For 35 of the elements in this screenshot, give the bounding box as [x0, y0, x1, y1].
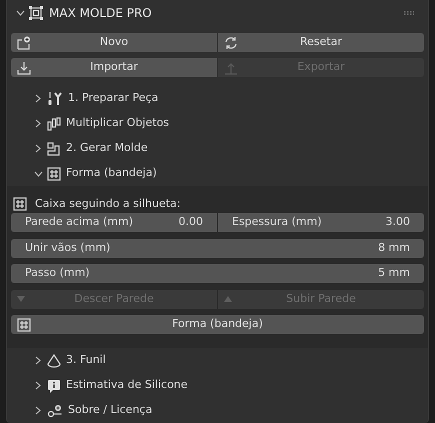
- download-icon: [17, 60, 31, 74]
- mold-icon: [47, 142, 61, 156]
- down-triangle-icon: [17, 296, 25, 302]
- subpanel-header[interactable]: 3. Funil: [7, 348, 428, 373]
- cone-icon: [47, 354, 61, 368]
- action-button[interactable]: Novo: [11, 33, 217, 52]
- action-button[interactable]: Importar: [11, 58, 217, 77]
- tools-icon: [47, 92, 63, 106]
- number-field[interactable]: Espessura (mm) 3.00: [218, 213, 424, 232]
- grid-icon: [47, 166, 61, 180]
- subpanel-header[interactable]: 1. Preparar Peça: [7, 86, 428, 111]
- key-icon: [47, 404, 63, 418]
- grid-icon: [17, 318, 31, 332]
- number-field[interactable]: Unir vãos (mm) 8 mm: [11, 238, 424, 258]
- number-field[interactable]: Passo (mm) 5 mm: [11, 264, 424, 283]
- action-button[interactable]: Forma (bandeja): [11, 315, 424, 334]
- new-file-icon: [17, 36, 31, 50]
- section-label: Caixa seguindo a silhueta:: [35, 196, 180, 212]
- subpanel-header[interactable]: Multiplicar Objetos: [7, 111, 428, 136]
- action-button[interactable]: Resetar: [218, 33, 424, 52]
- info-icon: [47, 378, 61, 392]
- panel-header[interactable]: MAX MOLDE PRO: [7, 0, 428, 25]
- refresh-icon: [224, 36, 238, 50]
- up-triangle-icon: [224, 296, 232, 302]
- frame-icon: [29, 6, 43, 20]
- subpanel-header[interactable]: 2. Gerar Molde: [7, 136, 428, 161]
- drag-handle-icon[interactable]: [404, 10, 414, 14]
- panel-title: MAX MOLDE PRO: [49, 4, 152, 22]
- grid-icon: [13, 197, 27, 211]
- upload-icon: [224, 60, 238, 74]
- subpanel-header[interactable]: Forma (bandeja): [7, 161, 428, 186]
- subpanel-header[interactable]: Estimativa de Silicone: [7, 373, 428, 398]
- number-field[interactable]: Parede acima (mm) 0.00: [11, 213, 217, 232]
- bars-icon: [47, 116, 61, 130]
- subpanel-header[interactable]: Sobre / Licença: [7, 398, 428, 423]
